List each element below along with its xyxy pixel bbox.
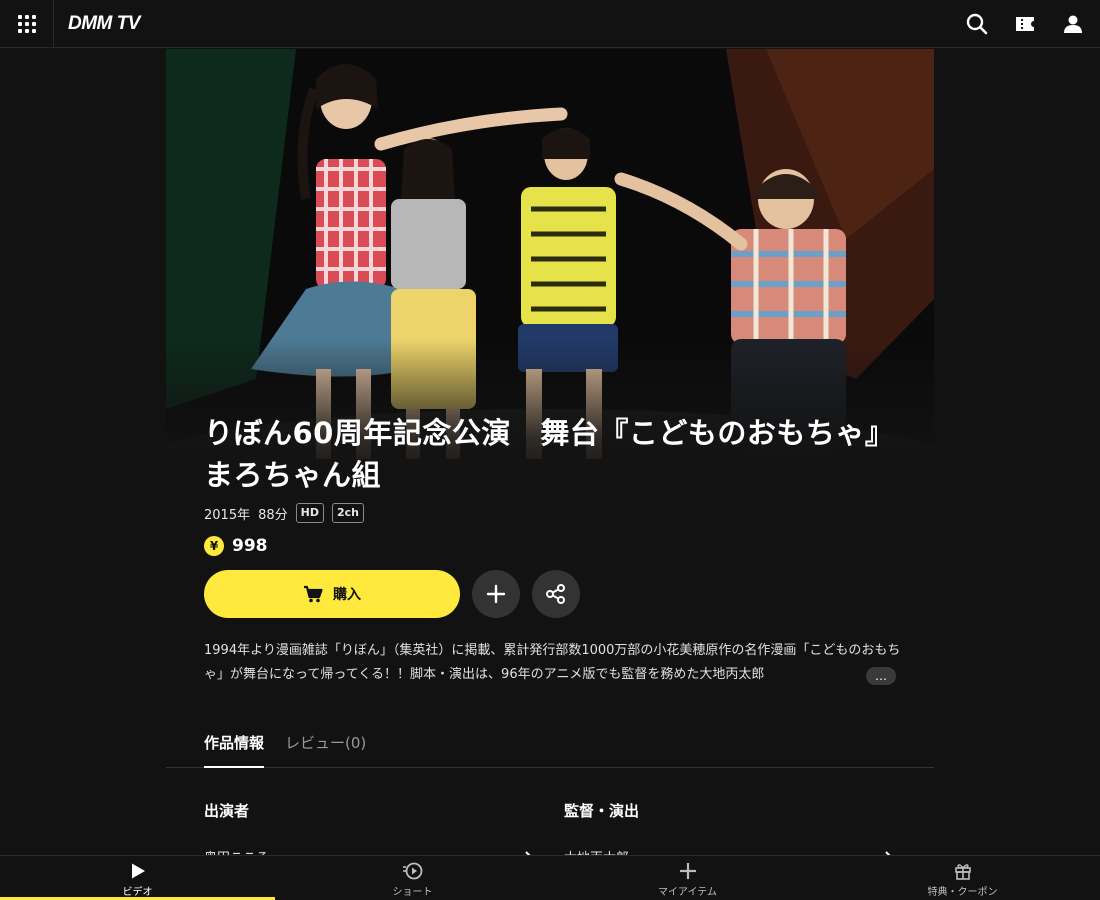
price: ¥ 998 <box>204 536 904 556</box>
description-text: 1994年より漫画雑誌「りぼん」（集英社）に掲載、累計発行部数1000万部の小花… <box>204 643 901 682</box>
logo[interactable]: DMM TV <box>68 13 140 35</box>
nav-video[interactable]: ビデオ <box>0 856 275 900</box>
add-to-list-button[interactable] <box>472 570 520 618</box>
header-actions <box>960 0 1090 48</box>
search-icon[interactable] <box>960 7 994 41</box>
grid-menu-icon <box>17 14 36 33</box>
audio-badge: 2ch <box>331 503 364 523</box>
short-play-icon <box>402 862 422 880</box>
description-more-button[interactable]: … <box>866 667 896 685</box>
top-header: DMM TV <box>0 0 1100 48</box>
work-title: りぼん60周年記念公演 舞台『こどものおもちゃ』まろちゃん組 <box>204 416 895 492</box>
yen-icon: ¥ <box>204 536 224 556</box>
cart-icon <box>304 585 323 603</box>
work-detail: りぼん60周年記念公演 舞台『こどものおもちゃ』まろちゃん組 2015年 88分… <box>204 412 904 687</box>
action-buttons: 購入 <box>204 570 904 618</box>
hd-badge: HD <box>295 503 324 523</box>
nav-label: 特典・クーポン <box>927 887 998 898</box>
plus-icon <box>486 584 506 604</box>
buy-button[interactable]: 購入 <box>204 570 460 618</box>
duration: 88分 <box>258 507 288 523</box>
work-meta: 2015年 88分 HD 2ch <box>204 503 904 523</box>
share-button[interactable] <box>532 570 580 618</box>
nav-coupon[interactable]: 特典・クーポン <box>825 856 1100 900</box>
share-icon <box>546 584 565 604</box>
bottom-nav: ビデオ ショート マイアイテム 特典・クーポン <box>0 855 1100 900</box>
nav-label: ビデオ <box>122 887 153 898</box>
tab-reviews[interactable]: レビュー(0) <box>285 732 366 768</box>
menu-button[interactable] <box>0 0 54 48</box>
nav-short[interactable]: ショート <box>275 856 550 900</box>
credit-heading: 出演者 <box>204 802 250 820</box>
nav-my-items[interactable]: マイアイテム <box>550 856 825 900</box>
user-icon[interactable] <box>1056 7 1090 41</box>
play-icon <box>131 863 145 879</box>
release-year: 2015年 <box>204 507 251 523</box>
nav-label: ショート <box>392 887 433 898</box>
buy-label: 購入 <box>333 587 361 603</box>
ticket-icon[interactable] <box>1008 7 1042 41</box>
nav-label: マイアイテム <box>658 887 717 898</box>
gift-icon <box>954 864 971 880</box>
plus-icon <box>679 863 696 879</box>
price-value: 998 <box>232 536 268 556</box>
tab-work-info[interactable]: 作品情報 <box>204 732 265 768</box>
credit-heading: 監督・演出 <box>564 802 640 820</box>
detail-tabs: 作品情報 レビュー(0) <box>166 722 934 768</box>
description: 1994年より漫画雑誌「りぼん」（集英社）に掲載、累計発行部数1000万部の小花… <box>204 639 904 687</box>
